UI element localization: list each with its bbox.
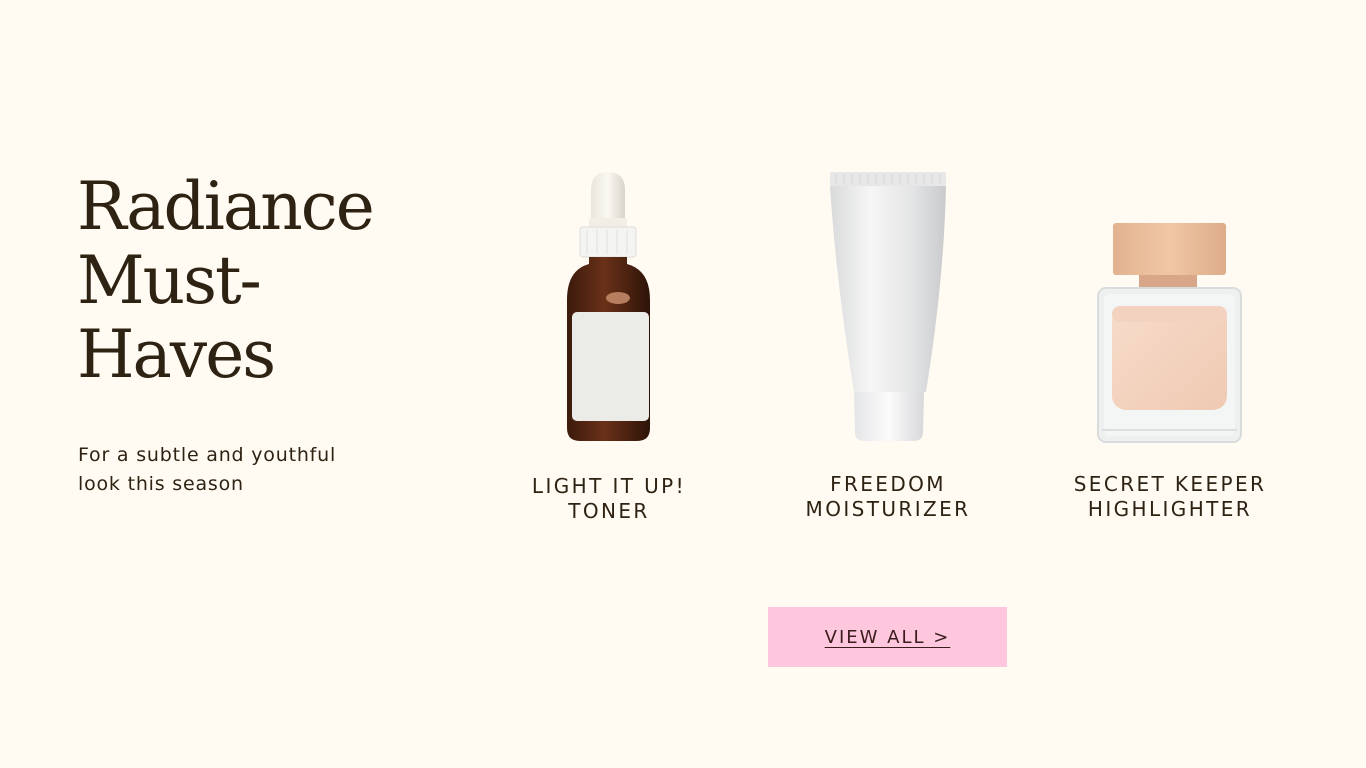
product-name[interactable]: SECRET KEEPER HIGHLIGHTER (1040, 472, 1300, 522)
hero-subtitle: For a subtle and youthful look this seas… (78, 441, 368, 499)
product-card-moisturizer[interactable]: FREEDOM MOISTURIZER (758, 160, 1018, 540)
dropper-bottle-icon[interactable] (479, 160, 739, 450)
product-name[interactable]: FREEDOM MOISTURIZER (758, 472, 1018, 522)
page-title: Radiance Must- Haves (77, 170, 417, 392)
product-name-line: LIGHT IT UP! (531, 474, 687, 498)
view-all-button[interactable]: VIEW ALL > (768, 607, 1007, 667)
subtitle-line: look this season (78, 473, 244, 495)
square-glass-bottle-icon[interactable] (1040, 160, 1300, 450)
product-name-line: FREEDOM (830, 472, 946, 496)
product-name-line: SECRET KEEPER (1073, 472, 1267, 496)
headline-line: Radiance (77, 168, 375, 245)
subtitle-line: For a subtle and youthful (78, 444, 337, 466)
cream-tube-icon[interactable] (758, 160, 1018, 450)
product-card-toner[interactable]: LIGHT IT UP! TONER (479, 160, 739, 540)
headline-line: Haves (77, 316, 276, 393)
product-card-highlighter[interactable]: SECRET KEEPER HIGHLIGHTER (1040, 160, 1300, 540)
product-name-line: TONER (568, 499, 650, 523)
product-name-line: MOISTURIZER (805, 497, 971, 521)
product-name-line: HIGHLIGHTER (1087, 497, 1253, 521)
headline-line: Must- (77, 242, 262, 319)
product-name[interactable]: LIGHT IT UP! TONER (479, 474, 739, 524)
